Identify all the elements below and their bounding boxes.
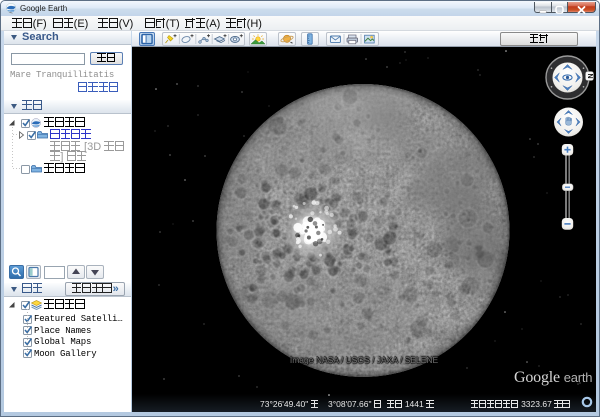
svg-text:N: N: [586, 73, 593, 78]
